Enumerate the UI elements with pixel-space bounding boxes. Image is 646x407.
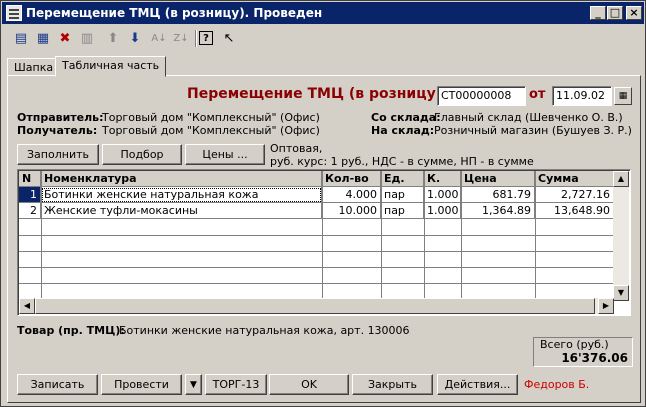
to-warehouse-label: На склад: — [371, 124, 435, 137]
close-doc-button[interactable]: Закрыть — [352, 374, 433, 395]
sender-label: Отправитель: — [17, 111, 104, 124]
edit-row-icon[interactable]: ▥ — [77, 28, 97, 48]
tab-header[interactable]: Шапка — [7, 58, 61, 76]
scroll-left-icon[interactable]: ◀ — [19, 298, 35, 314]
grid-line — [535, 171, 536, 301]
scroll-thumb[interactable] — [35, 298, 595, 314]
grid-line — [322, 171, 323, 301]
grid-line — [19, 267, 614, 268]
row-qty[interactable]: 4.000 — [322, 187, 381, 203]
maximize-button[interactable]: □ — [607, 6, 623, 20]
title-bar[interactable]: Перемещение ТМЦ (в розницу). Проведен _ … — [2, 2, 644, 24]
scroll-right-icon[interactable]: ▶ — [598, 298, 614, 314]
column-header-name[interactable]: Номенклатура — [41, 171, 322, 187]
doc-title: Перемещение ТМЦ (в розницу) № — [187, 86, 464, 102]
price-rate-info: руб. курс: 1 руб., НДС - в сумме, НП - в… — [270, 155, 534, 168]
sort-desc-icon[interactable]: Z↓ — [171, 28, 191, 48]
new-row-icon[interactable]: ▤ — [11, 28, 31, 48]
column-header-n[interactable]: N — [19, 171, 41, 187]
scroll-down-icon[interactable]: ▼ — [613, 285, 629, 301]
total-label: Всего (руб.) — [540, 338, 609, 351]
grid-line — [381, 171, 382, 301]
grid-line — [19, 251, 614, 252]
sender-value[interactable]: Торговый дом "Комплексный" (Офис) — [102, 111, 320, 124]
close-button[interactable]: × — [626, 6, 642, 20]
receiver-label: Получатель: — [17, 124, 98, 137]
doc-date-field[interactable]: 11.09.02 — [552, 86, 612, 106]
row-name[interactable]: Ботинки женские натуральная кожа — [41, 187, 322, 203]
date-label: от — [529, 87, 546, 102]
to-warehouse-value[interactable]: Розничный магазин (Бушуев З. Р.) — [434, 124, 632, 137]
item-info-value: Ботинки женские натуральная кожа, арт. 1… — [119, 324, 410, 337]
fill-button[interactable]: Заполнить — [17, 144, 99, 165]
toolbar-separator — [195, 30, 197, 47]
grid-line — [41, 171, 42, 301]
row-number: 1 — [19, 187, 41, 203]
ok-button[interactable]: OK — [269, 374, 349, 395]
receiver-value[interactable]: Торговый дом "Комплексный" (Офис) — [102, 124, 320, 137]
actions-button[interactable]: Действия... — [437, 374, 518, 395]
row-price[interactable]: 681.79 — [461, 187, 535, 203]
from-warehouse-value[interactable]: Главный склад (Шевченко О. В.) — [434, 111, 623, 124]
row-k[interactable]: 1.000 — [424, 203, 461, 219]
doc-number-field[interactable]: СТ00000008 — [437, 86, 526, 106]
grid-line — [461, 171, 462, 301]
total-value: 16'376.06 — [561, 351, 628, 365]
post-dropdown-icon[interactable]: ▼ — [185, 374, 202, 395]
move-down-icon[interactable]: ⬇ — [125, 28, 145, 48]
prices-button[interactable]: Цены ... — [185, 144, 265, 165]
window-title: Перемещение ТМЦ (в розницу). Проведен — [26, 6, 323, 20]
context-help-icon[interactable]: ↖ — [219, 28, 239, 48]
table-row[interactable]: 2 Женские туфли-мокасины 10.000 пар 1.00… — [19, 203, 614, 219]
copy-row-icon[interactable]: ▦ — [33, 28, 53, 48]
post-button[interactable]: Провести — [101, 374, 182, 395]
row-qty[interactable]: 10.000 — [322, 203, 381, 219]
items-table[interactable]: N Номенклатура Кол-во Ед. К. Цена Сумма … — [17, 169, 631, 316]
row-unit[interactable]: пар — [381, 203, 424, 219]
scroll-up-icon[interactable]: ▲ — [613, 171, 629, 187]
help-icon[interactable]: ? — [199, 31, 213, 45]
tab-table-part[interactable]: Табличная часть — [55, 56, 167, 77]
delete-row-icon[interactable]: ✖ — [55, 28, 75, 48]
totals-box: Всего (руб.) 16'376.06 — [533, 337, 633, 367]
horizontal-scrollbar[interactable]: ◀ ▶ — [19, 298, 614, 314]
move-up-icon[interactable]: ⬆ — [103, 28, 123, 48]
row-number: 2 — [19, 203, 41, 219]
column-header-sum[interactable]: Сумма — [535, 171, 614, 187]
table-header: N Номенклатура Кол-во Ед. К. Цена Сумма — [19, 171, 614, 187]
row-sum[interactable]: 2,727.16 — [535, 187, 614, 203]
row-name[interactable]: Женские туфли-мокасины — [41, 203, 322, 219]
sort-asc-icon[interactable]: A↓ — [149, 28, 169, 48]
document-icon — [6, 5, 22, 21]
grid-line — [19, 235, 614, 236]
select-button[interactable]: Подбор — [102, 144, 182, 165]
grid-line — [424, 171, 425, 301]
calendar-icon[interactable]: ▦ — [614, 87, 632, 105]
current-user: Федоров Б. — [524, 378, 590, 391]
save-button[interactable]: Записать — [17, 374, 98, 395]
from-warehouse-label: Со склада: — [371, 111, 441, 124]
document-window: Перемещение ТМЦ (в розницу). Проведен _ … — [0, 0, 646, 407]
price-type: Оптовая, — [270, 142, 323, 155]
row-price[interactable]: 1,364.89 — [461, 203, 535, 219]
table-row[interactable]: 1 Ботинки женские натуральная кожа 4.000… — [19, 187, 614, 203]
torg13-button[interactable]: ТОРГ-13 — [205, 374, 267, 395]
column-header-qty[interactable]: Кол-во — [322, 171, 381, 187]
column-header-price[interactable]: Цена — [461, 171, 535, 187]
vertical-scrollbar[interactable]: ▲ ▼ — [613, 171, 629, 301]
column-header-unit[interactable]: Ед. — [381, 171, 424, 187]
grid-line — [19, 283, 614, 284]
row-unit[interactable]: пар — [381, 187, 424, 203]
row-sum[interactable]: 13,648.90 — [535, 203, 614, 219]
minimize-button[interactable]: _ — [590, 6, 606, 20]
row-k[interactable]: 1.000 — [424, 187, 461, 203]
toolbar: ▤ ▦ ✖ ▥ ⬆ ⬇ A↓ Z↓ ? ↖ — [7, 28, 247, 50]
item-info-label: Товар (пр. ТМЦ): — [17, 324, 125, 337]
column-header-k[interactable]: К. — [424, 171, 461, 187]
